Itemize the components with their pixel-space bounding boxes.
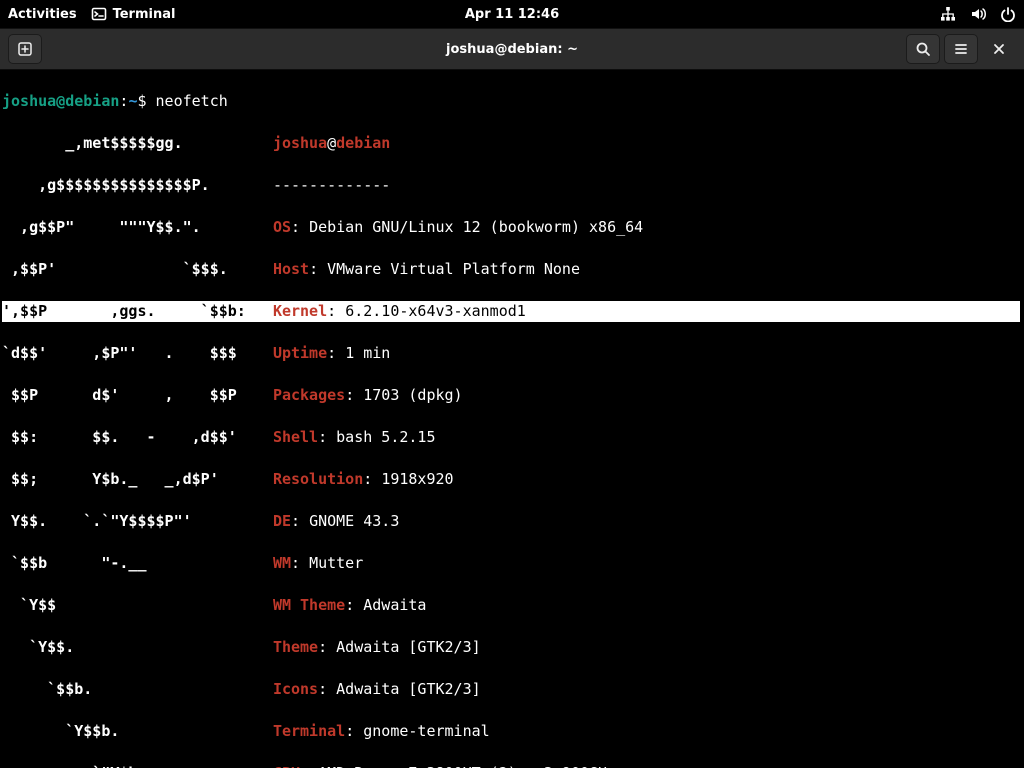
activities-button[interactable]: Activities — [8, 7, 77, 22]
terminal-icon — [91, 6, 107, 22]
clock[interactable]: Apr 11 12:46 — [465, 7, 559, 22]
search-icon — [915, 41, 931, 57]
terminal-headerbar: joshua@debian: ~ — [0, 28, 1024, 70]
hamburger-icon — [953, 41, 969, 57]
power-icon[interactable] — [1000, 6, 1016, 22]
menu-button[interactable] — [944, 34, 978, 64]
current-app-label: Terminal — [113, 7, 176, 22]
terminal-viewport[interactable]: joshua@debian:~$ neofetch _,met$$$$$gg. … — [0, 70, 1024, 768]
new-tab-button[interactable] — [8, 34, 42, 64]
close-button[interactable] — [982, 34, 1016, 64]
new-tab-icon — [17, 41, 33, 57]
command-text: neofetch — [156, 92, 228, 110]
close-icon — [992, 42, 1006, 56]
selected-line: ',$$P ,ggs. `$$b: Kernel: 6.2.10-x64v3-x… — [2, 301, 1020, 322]
volume-icon[interactable] — [970, 6, 986, 22]
network-icon[interactable] — [940, 6, 956, 22]
prompt-line-1: joshua@debian:~$ neofetch — [2, 91, 1020, 112]
current-app-indicator[interactable]: Terminal — [91, 6, 176, 22]
window-title: joshua@debian: ~ — [446, 42, 578, 57]
search-button[interactable] — [906, 34, 940, 64]
gnome-top-bar: Activities Terminal Apr 11 12:46 — [0, 0, 1024, 28]
